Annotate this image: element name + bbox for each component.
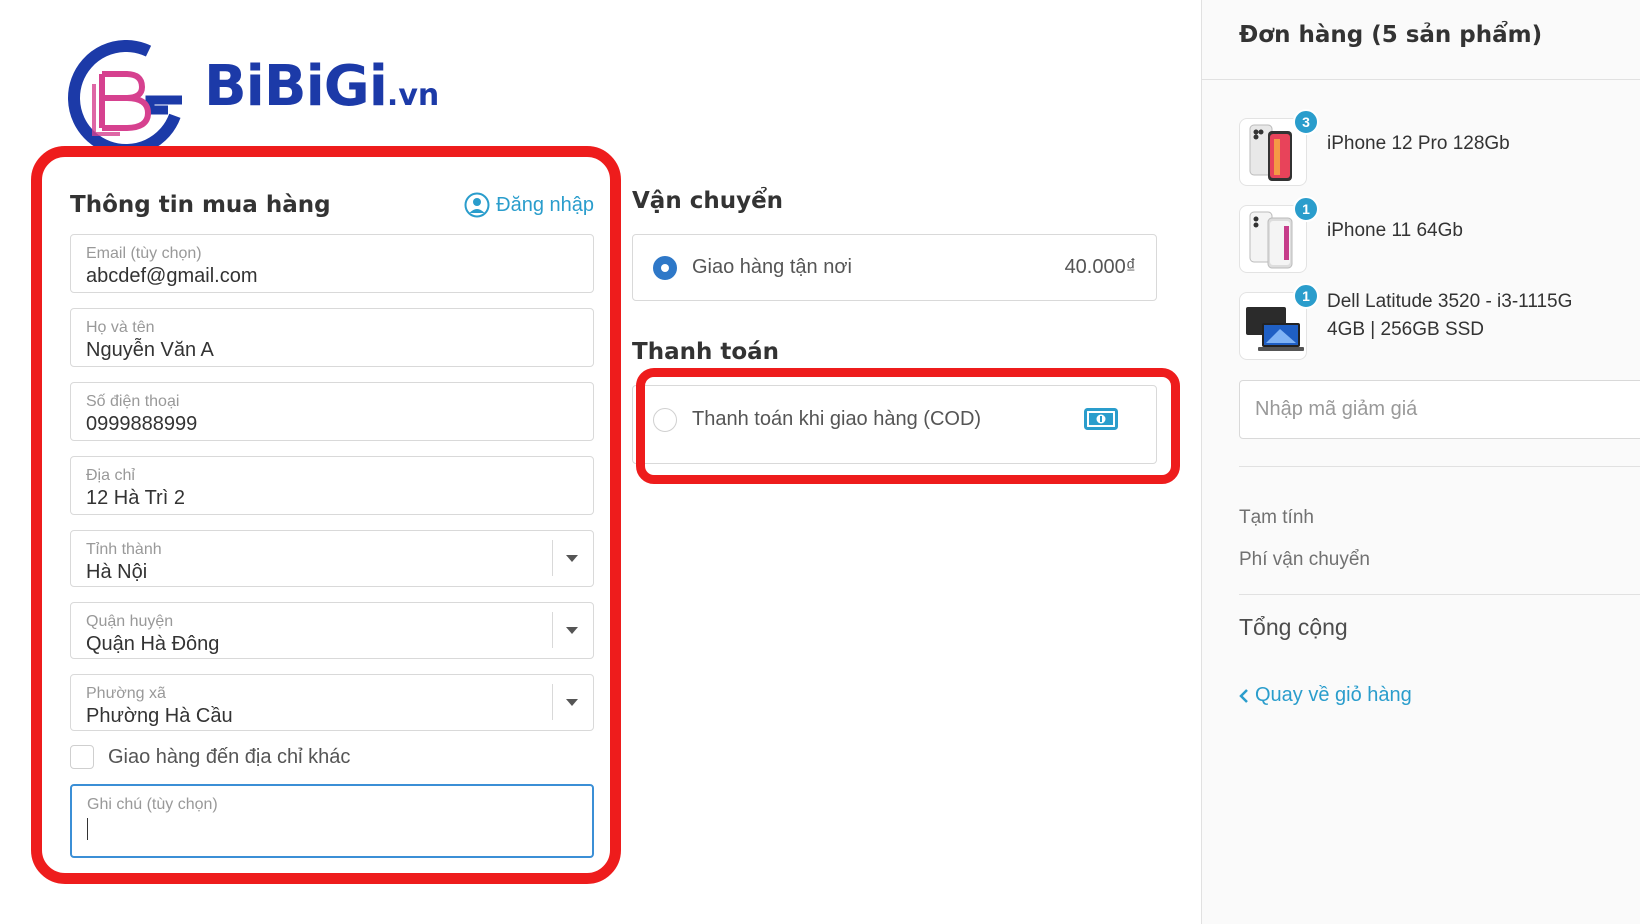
product-thumbnail: 3	[1239, 109, 1319, 186]
highlight-frame-customer-info	[31, 146, 621, 884]
quantity-badge: 1	[1293, 196, 1319, 222]
product-thumbnail: 1	[1239, 283, 1319, 360]
product-name-line1: Dell Latitude 3520 - i3-1115G	[1327, 291, 1573, 312]
product-name: iPhone 12 Pro 128Gb	[1327, 133, 1510, 154]
order-summary-sidebar: Đơn hàng (5 sản phẩm) 3 iPhone 12 Pro 12…	[1201, 0, 1640, 924]
shipping-title: Vận chuyển	[632, 188, 784, 214]
shipping-fee-label: Phí vận chuyển	[1239, 549, 1370, 570]
logo-wordmark: BiBiGi.vn	[204, 54, 440, 119]
shipping-radio[interactable]	[653, 255, 677, 280]
discount-code-input[interactable]: Nhập mã giảm giá	[1239, 380, 1640, 439]
order-item: 3 iPhone 12 Pro 128Gb	[1239, 109, 1510, 186]
quantity-badge: 3	[1293, 109, 1319, 135]
shipping-option-price: 40.000₫	[1064, 256, 1136, 278]
order-title: Đơn hàng (5 sản phẩm)	[1202, 0, 1640, 80]
order-item: 1 iPhone 11 64Gb	[1239, 196, 1463, 273]
back-to-cart-label: Quay về giỏ hàng	[1255, 684, 1412, 706]
product-name: Dell Latitude 3520 - i3-1115G 4GB | 256G…	[1327, 288, 1572, 344]
product-thumbnail: 1	[1239, 196, 1319, 273]
shipping-option-label: Giao hàng tận nơi	[692, 256, 852, 278]
bibigi-logo-icon	[68, 40, 184, 156]
total-label: Tổng cộng	[1239, 614, 1348, 640]
back-to-cart-link[interactable]: Quay về giỏ hàng	[1239, 684, 1412, 707]
brand-logo[interactable]: BiBiGi.vn	[64, 34, 464, 156]
product-name: iPhone 11 64Gb	[1327, 220, 1463, 241]
chevron-left-icon	[1239, 688, 1248, 703]
order-item: 1 Dell Latitude 3520 - i3-1115G 4GB | 25…	[1239, 283, 1572, 360]
product-name-line2: 4GB | 256GB SSD	[1327, 319, 1485, 340]
divider	[1239, 466, 1640, 467]
quantity-badge: 1	[1293, 283, 1319, 309]
highlight-frame-payment	[636, 368, 1180, 484]
shipping-option[interactable]: Giao hàng tận nơi 40.000₫	[632, 234, 1157, 301]
divider	[1239, 594, 1640, 595]
subtotal-label: Tạm tính	[1239, 507, 1314, 528]
